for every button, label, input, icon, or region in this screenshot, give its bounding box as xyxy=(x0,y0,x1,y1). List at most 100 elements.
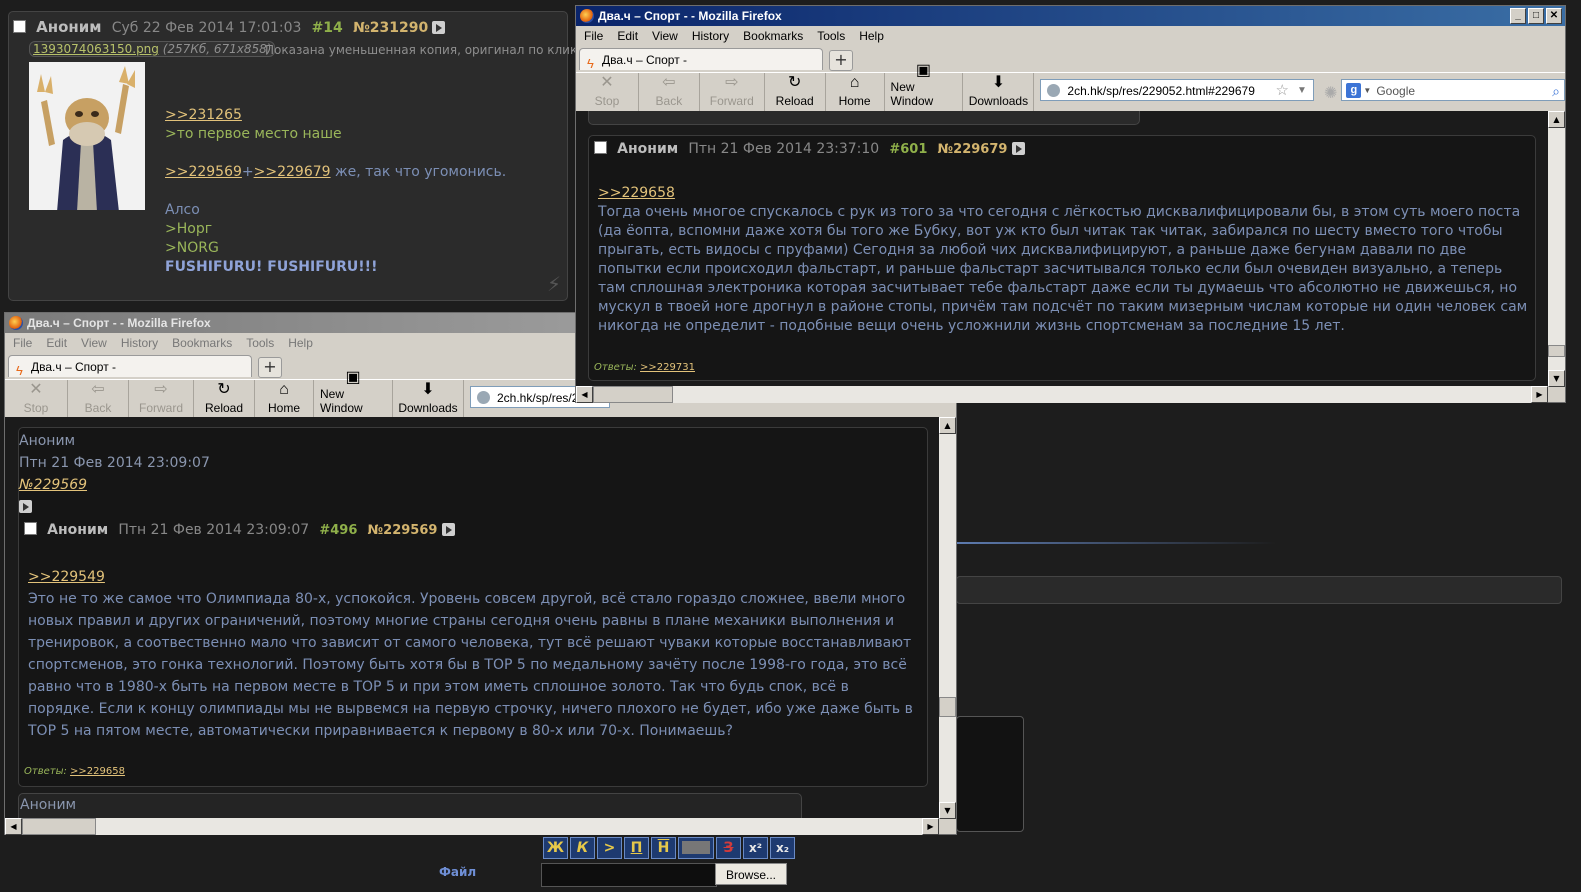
play-icon[interactable] xyxy=(441,523,455,536)
menu-help[interactable]: Help xyxy=(288,333,313,353)
post-header: Аноним Суб 22 Фев 2014 17:01:03 #14 №231… xyxy=(13,18,446,36)
forward-button[interactable]: ⇨ Forward xyxy=(700,73,765,111)
quote-line: >Норг xyxy=(165,221,213,237)
post-number[interactable]: №231290 xyxy=(353,20,428,36)
reply-link[interactable]: >>229569 xyxy=(165,164,242,180)
search-box[interactable]: g ▼ Google ⌕ xyxy=(1341,79,1565,101)
spoiler-button[interactable] xyxy=(678,837,714,859)
scroll-left-button[interactable]: ◀ xyxy=(576,386,593,403)
reload-button[interactable]: ↻ Reload xyxy=(194,380,255,418)
window-titlebar[interactable]: Два.ч – Спорт - - Mozilla Firefox _ □ ✕ xyxy=(576,6,1565,26)
new-window-button[interactable]: ▣ New Window xyxy=(885,62,964,111)
overline-button[interactable]: Н xyxy=(651,837,676,859)
menu-tools[interactable]: Tools xyxy=(246,333,274,353)
post-thumbnail-image[interactable] xyxy=(29,62,145,210)
play-icon[interactable] xyxy=(19,500,32,513)
back-button[interactable]: ⇦ Back xyxy=(68,380,129,418)
scroll-left-button[interactable]: ◀ xyxy=(5,818,22,835)
scroll-up-button[interactable]: ▲ xyxy=(939,417,956,434)
browse-button[interactable]: Browse... xyxy=(715,863,787,885)
close-button[interactable]: ✕ xyxy=(1546,8,1562,24)
url-bar[interactable]: 2ch.hk/sp/res/229052.html#229679 ☆ ▼ xyxy=(1040,79,1314,101)
menu-tools[interactable]: Tools xyxy=(817,26,845,46)
menu-edit[interactable]: Edit xyxy=(617,26,638,46)
scroll-right-button[interactable]: ▶ xyxy=(922,818,939,835)
bookmark-star-icon[interactable]: ☆ xyxy=(1275,80,1288,102)
back-button[interactable]: ⇦ Back xyxy=(639,73,700,111)
dropdown-arrow-icon[interactable]: ▼ xyxy=(1297,80,1307,102)
reply-link[interactable]: >>229658 xyxy=(70,766,125,777)
stop-button[interactable]: ✕ Stop xyxy=(576,73,639,111)
scroll-up-button[interactable]: ▲ xyxy=(1548,111,1565,128)
underline-button[interactable]: П xyxy=(624,837,649,859)
horizontal-scrollbar[interactable]: ◀ ▶ xyxy=(576,386,1548,403)
reply-link[interactable]: >>229731 xyxy=(640,362,695,373)
scroll-thumb[interactable] xyxy=(1548,345,1565,357)
menu-file[interactable]: File xyxy=(584,26,603,46)
maximize-button[interactable]: □ xyxy=(1528,8,1544,24)
hscroll-thumb[interactable] xyxy=(22,818,96,835)
back-label: Back xyxy=(655,94,683,108)
play-icon[interactable] xyxy=(432,21,446,34)
post-select-checkbox[interactable] xyxy=(13,20,26,33)
downloads-button[interactable]: ⬇ Downloads xyxy=(963,73,1035,111)
downloads-button[interactable]: ⬇ Downloads xyxy=(393,380,464,418)
hscroll-thumb[interactable] xyxy=(593,386,673,403)
forward-button[interactable]: ⇨ Forward xyxy=(129,380,194,418)
menu-edit[interactable]: Edit xyxy=(46,333,67,353)
menu-history[interactable]: History xyxy=(692,26,729,46)
home-button[interactable]: ⌂ Home xyxy=(255,380,314,418)
vertical-scrollbar[interactable]: ▲ ▼ xyxy=(1548,111,1565,387)
page-content: Аноним Птн 21 Фев 2014 23:09:07 №229569 … xyxy=(5,417,939,819)
tooltip-name: Аноним xyxy=(19,433,76,449)
post-select-checkbox[interactable] xyxy=(594,141,607,154)
tooltip-number[interactable]: №229569 xyxy=(19,474,210,496)
subscript-button[interactable]: x₂ xyxy=(770,837,795,859)
google-icon[interactable]: g xyxy=(1346,83,1362,98)
horizontal-scrollbar[interactable]: ◀ ▶ xyxy=(5,818,939,835)
tab-active[interactable]: ϟ Два.ч – Спорт - xyxy=(579,48,823,71)
superscript-button[interactable]: x² xyxy=(743,837,768,859)
minimize-button[interactable]: _ xyxy=(1510,8,1526,24)
menu-view[interactable]: View xyxy=(81,333,107,353)
play-icon[interactable] xyxy=(1011,142,1025,155)
menu-view[interactable]: View xyxy=(652,26,678,46)
file-input[interactable] xyxy=(541,863,717,887)
home-button[interactable]: ⌂ Home xyxy=(826,73,885,111)
file-link[interactable]: 1393074063150.png xyxy=(33,42,159,56)
menu-bookmarks[interactable]: Bookmarks xyxy=(172,333,232,353)
menu-help[interactable]: Help xyxy=(859,26,884,46)
post-number[interactable]: №229569 xyxy=(368,523,438,538)
bold-button[interactable]: Ж xyxy=(543,837,568,859)
reply-link[interactable]: >>229679 xyxy=(254,164,331,180)
firefox-icon xyxy=(580,9,594,23)
prev-post-edge xyxy=(588,111,1140,125)
scroll-down-button[interactable]: ▼ xyxy=(939,802,956,819)
tab-active[interactable]: ϟ Два.ч – Спорт - xyxy=(8,355,252,378)
post-number[interactable]: №229679 xyxy=(938,142,1008,157)
reply-link[interactable]: >>229549 xyxy=(28,569,105,585)
reply-link[interactable]: >>229658 xyxy=(598,185,675,201)
scroll-thumb[interactable] xyxy=(939,697,956,717)
reload-icon: ↻ xyxy=(217,381,231,398)
menu-file[interactable]: File xyxy=(13,333,32,353)
italic-button[interactable]: К xyxy=(570,837,595,859)
menu-history[interactable]: History xyxy=(121,333,158,353)
strike-button[interactable]: З xyxy=(716,837,741,859)
scroll-right-button[interactable]: ▶ xyxy=(1531,386,1548,403)
vertical-scrollbar[interactable]: ▲ ▼ xyxy=(939,417,956,819)
bg-input-field[interactable] xyxy=(956,576,1562,604)
menu-bookmarks[interactable]: Bookmarks xyxy=(743,26,803,46)
reply-link[interactable]: >>231265 xyxy=(165,107,242,123)
bg-textarea[interactable] xyxy=(956,716,1024,832)
reload-button[interactable]: ↻ Reload xyxy=(765,73,826,111)
new-tab-button[interactable]: + xyxy=(829,50,853,71)
new-tab-button[interactable]: + xyxy=(258,357,282,378)
engine-dropdown-icon[interactable]: ▼ xyxy=(1363,80,1371,102)
new-window-button[interactable]: ▣ New Window xyxy=(314,369,393,418)
search-magnifier-icon[interactable]: ⌕ xyxy=(1552,80,1560,102)
stop-button[interactable]: ✕ Stop xyxy=(5,380,68,418)
post-select-checkbox[interactable] xyxy=(24,522,37,535)
quote-button[interactable]: > xyxy=(597,837,622,859)
scroll-down-button[interactable]: ▼ xyxy=(1548,370,1565,387)
